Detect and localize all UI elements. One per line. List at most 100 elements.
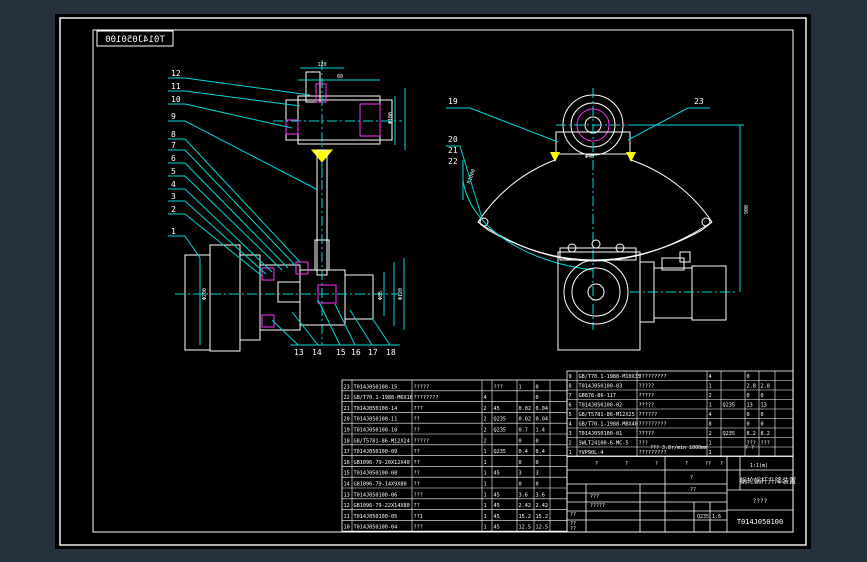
bom_upper-cell: T014J050100-01	[579, 431, 623, 437]
sign-row: ???	[590, 494, 599, 500]
bom_upper-cell: ?????????	[639, 422, 667, 428]
dim-text: Φ200	[202, 288, 208, 300]
bom_upper-cell: 2	[709, 431, 712, 437]
bom_lower-cell: GB/T5781-86-M12X24	[354, 438, 410, 444]
bom_lower-cell: 45	[494, 471, 500, 477]
bom_upper-cell: 13	[747, 403, 753, 409]
bom_lower-cell: 1	[484, 503, 487, 509]
bom_upper-cell: ?????	[639, 403, 655, 409]
bom_lower-cell: T014J050100-04	[354, 525, 398, 531]
bom_lower-cell: 45	[494, 503, 500, 509]
bom_lower-cell: 3.6	[519, 492, 528, 498]
bom_upper-cell: 0	[747, 393, 750, 399]
bom_upper-cell: 2.8	[747, 384, 756, 390]
sign-row: ?????	[590, 503, 605, 509]
bom_lower-cell: T014J050100-14	[354, 406, 398, 412]
callout-4: 4	[171, 180, 176, 189]
bom_lower-cell: ?????	[414, 438, 430, 444]
left-section-view	[175, 60, 406, 352]
bom_lower-cell: 0	[519, 438, 522, 444]
bom_upper-cell: 0	[761, 422, 764, 428]
bom_lower-cell: 12.5	[536, 525, 549, 531]
callout-15: 15	[336, 348, 346, 357]
bom_upper-cell: ???	[639, 441, 648, 447]
bom_lower-cell: 0.4	[519, 449, 528, 455]
callout-19: 19	[448, 97, 458, 106]
bom_upper-cell: 1	[709, 403, 712, 409]
bom_upper-cell: 4	[709, 412, 712, 418]
drawing-number-mirrored: T014J050100	[105, 35, 165, 45]
bom_upper-cell: T014J050100-02	[579, 403, 623, 409]
callout-18: 18	[386, 348, 396, 357]
bom_upper-cell: 8.2	[747, 431, 756, 437]
bom_upper-cell: 0	[747, 412, 750, 418]
bom_lower-cell: ???	[494, 384, 503, 390]
callout-8: 8	[171, 130, 176, 139]
left-dimensions: 120 60 Φ100 Φ85 Φ200 Φ120	[202, 62, 404, 300]
bom_lower-cell: T014J050100-10	[354, 428, 398, 434]
bom_lower-cell: Q235	[494, 428, 507, 434]
bom_lower-cell: 3	[536, 471, 539, 477]
bom_upper-cell: 8	[709, 422, 712, 428]
bom_lower-cell: ????????	[414, 395, 439, 401]
bom_lower-cell: ???	[414, 406, 423, 412]
title-unknown: ????	[753, 498, 768, 505]
bottom-callouts: 13 14 15 16 17 18	[294, 348, 396, 357]
bom_upper-cell: Q235	[723, 431, 736, 437]
bom_lower-cell: ???	[414, 525, 423, 531]
bom_lower-cell: 18	[344, 438, 350, 444]
bom_lower-cell: ??	[414, 460, 420, 466]
bom_upper-cell: ??????	[639, 412, 658, 418]
right-dimensions: 900 R1000 Φ40	[466, 154, 750, 214]
bom_lower-cell: 2	[484, 417, 487, 423]
screen: T014J050100 120 60 Φ100 Φ85 Φ200 Φ120 12…	[0, 0, 867, 562]
left-callouts: 12 11 10 9 8 7 6 5 4 3 2 1	[171, 69, 181, 236]
bom-lower-table: 23 T014J050100-15???????? 1 022 GB/T70.1-198…	[341, 379, 568, 532]
bom_lower-cell: 3.6	[536, 492, 545, 498]
bom_lower-cell: 15.2	[519, 514, 532, 520]
bom_lower-cell: 0.04	[536, 417, 549, 423]
dim-text: Φ85	[378, 291, 384, 300]
bom_lower-cell: 16	[344, 460, 350, 466]
placeholder: ?	[690, 475, 693, 481]
callout-3: 3	[171, 192, 176, 201]
callout-1: 1	[171, 227, 176, 236]
bom_lower-cell: 2	[484, 428, 487, 434]
bom_upper-cell: 7	[569, 393, 572, 399]
bom_lower-cell: ??	[414, 417, 420, 423]
bom_upper-cell: 0	[747, 374, 750, 380]
title-block-text: 蜗轮蜗杆升降装置 ???? T014J050100 1:1(m) ??? 3.8…	[570, 445, 796, 532]
bom_lower-cell: 0	[536, 384, 539, 390]
bom_upper-cell: GB876-86-117	[579, 393, 616, 399]
bom_lower-cell: 0.4	[536, 449, 545, 455]
bom_lower-cell: ??	[414, 428, 420, 434]
row-q: ?	[655, 461, 658, 467]
bom_lower-cell: 11	[344, 514, 350, 520]
bom_lower-cell: 17	[344, 449, 350, 455]
bom_lower-cell: 1.4	[536, 428, 545, 434]
callout-16: 16	[351, 348, 361, 357]
bom_lower-cell: 15	[344, 471, 350, 477]
bom_lower-cell: GB/T70.1-1988-M6X16	[354, 395, 413, 401]
bom_upper-cell: SWLT24100-6-MC-5	[579, 441, 629, 447]
bom_upper-cell: GB/T5781-86-M12X25	[579, 412, 635, 418]
bom_lower-cell: 13	[344, 492, 350, 498]
bom_lower-cell: 1	[484, 482, 487, 488]
left-callout-leaders	[168, 77, 319, 277]
bom_lower-cell: 0	[519, 460, 522, 466]
sign-row: ??	[570, 526, 576, 532]
bom_lower-cell: 2.42	[519, 503, 532, 509]
bottom-callout-leaders	[271, 299, 400, 346]
bom_lower-cell: 0	[536, 438, 539, 444]
bom_upper-cell: 2	[709, 393, 712, 399]
bom_lower-cell: ??	[414, 503, 420, 509]
dim-text: Φ40	[585, 154, 594, 160]
callout-22: 22	[448, 157, 458, 166]
bom_lower-cell: 1	[484, 449, 487, 455]
bom_lower-cell: GB1096-79-14X9X80	[354, 482, 407, 488]
bom_upper-cell: ?????	[639, 393, 655, 399]
bom_upper-cell: 0	[761, 393, 764, 399]
callout-10: 10	[171, 95, 181, 104]
bom_lower-cell: T014J050100-06	[354, 492, 398, 498]
bom_lower-cell: ??	[414, 471, 420, 477]
